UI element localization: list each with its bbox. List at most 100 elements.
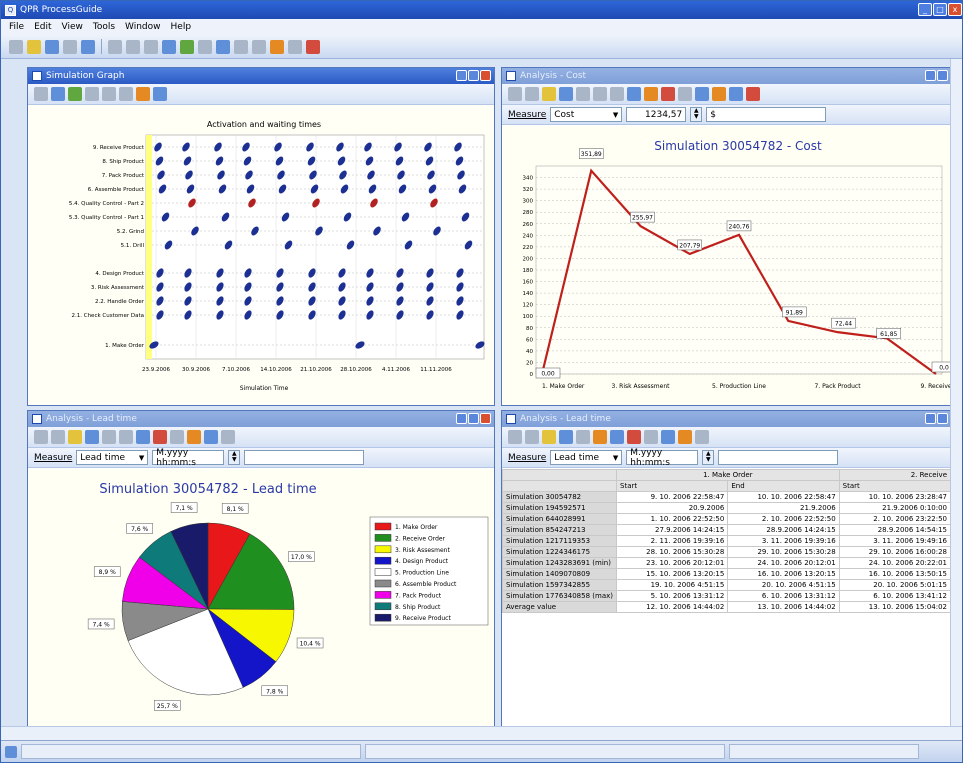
line-chart-icon[interactable] [644, 87, 658, 101]
area-chart-icon[interactable] [678, 87, 692, 101]
table-view-icon[interactable] [593, 430, 607, 444]
stacked-chart-icon[interactable] [695, 87, 709, 101]
back-arrow-icon[interactable] [508, 87, 522, 101]
pane-minimize-button[interactable] [456, 413, 467, 424]
table-row[interactable]: Simulation 1243283691 (min) 23. 10. 2006 … [502, 557, 951, 569]
table-row[interactable]: Simulation 1224346175 28. 10. 2006 15:30:… [502, 546, 951, 558]
stop-icon[interactable] [306, 39, 320, 54]
format-field[interactable]: M.yyyy hh:mm:s [152, 448, 225, 468]
stacked-chart-icon[interactable] [661, 430, 675, 444]
grid-icon[interactable] [576, 87, 590, 101]
table-row[interactable]: Simulation 194592571 20.9.2006 21.9.2006 21… [502, 502, 951, 514]
vertical-scrollbar[interactable] [950, 59, 962, 728]
settings-icon[interactable] [695, 430, 709, 444]
export-icon[interactable] [204, 430, 218, 444]
pane-minimize-button[interactable] [925, 413, 936, 424]
area-chart-icon[interactable] [170, 430, 184, 444]
open-icon[interactable] [27, 39, 41, 54]
back-arrow-icon[interactable] [508, 430, 522, 444]
combo-chart-icon[interactable] [712, 87, 726, 101]
forward-arrow-icon[interactable] [525, 430, 539, 444]
close-button[interactable]: x [948, 3, 962, 16]
settings-icon[interactable] [221, 430, 235, 444]
simulate-icon[interactable] [270, 39, 284, 54]
table-row[interactable]: Simulation 1597342855 19. 10. 2006 4:51:1… [502, 579, 951, 591]
value-spinner[interactable]: ▲ ▼ [702, 450, 715, 465]
column-chart-icon[interactable] [119, 430, 133, 444]
menu-tools[interactable]: Tools [93, 22, 115, 32]
pane-close-button[interactable] [480, 70, 491, 81]
unit-field[interactable]: $ [706, 107, 827, 122]
forward-arrow-icon[interactable] [51, 430, 65, 444]
export-icon[interactable] [729, 87, 743, 101]
measure-select[interactable]: Cost ▼ [550, 107, 623, 122]
copy-icon[interactable] [126, 39, 140, 54]
grid-icon[interactable] [576, 430, 590, 444]
value-spinner[interactable]: ▲ ▼ [690, 107, 703, 122]
filter-icon[interactable] [68, 87, 82, 101]
column-chart-icon[interactable] [610, 87, 624, 101]
measure-select[interactable]: Lead time ▼ [550, 450, 623, 465]
horizontal-scrollbar[interactable] [1, 726, 962, 740]
back-arrow-icon[interactable] [102, 87, 116, 101]
forward-arrow-icon[interactable] [119, 87, 133, 101]
format-field[interactable]: M.yyyy hh:mm:s [626, 448, 699, 468]
pie-chart-icon[interactable] [153, 430, 167, 444]
table-row[interactable]: Simulation 644028991 1. 10. 2006 22:52:50… [502, 513, 951, 525]
area-chart-icon[interactable] [644, 430, 658, 444]
save-icon[interactable] [559, 87, 573, 101]
measure-select[interactable]: Lead time ▼ [76, 450, 149, 465]
menu-help[interactable]: Help [171, 22, 192, 32]
report-icon[interactable] [288, 39, 302, 54]
open-icon[interactable] [542, 87, 556, 101]
table-row[interactable]: Simulation 1217119353 2. 11. 2006 19:39:1… [502, 535, 951, 547]
link-icon[interactable] [162, 39, 176, 54]
cut-icon[interactable] [108, 39, 122, 54]
target-icon[interactable] [51, 87, 65, 101]
properties-icon[interactable] [198, 39, 212, 54]
mail-icon[interactable] [85, 87, 99, 101]
combo-chart-icon[interactable] [678, 430, 692, 444]
bar-chart-icon[interactable] [610, 430, 624, 444]
open-icon[interactable] [68, 430, 82, 444]
extra-field[interactable] [718, 450, 839, 465]
open-icon[interactable] [542, 430, 556, 444]
cost-value-field[interactable]: 1234,57 [626, 107, 687, 122]
pane-restore-button[interactable] [468, 70, 479, 81]
status-menu-icon[interactable] [5, 745, 17, 758]
grid-icon[interactable] [593, 87, 607, 101]
menu-edit[interactable]: Edit [34, 22, 51, 32]
table-row[interactable]: Simulation 854247213 27.9.2006 14:24:15 28… [502, 524, 951, 536]
pane-restore-button[interactable] [937, 413, 948, 424]
menu-file[interactable]: File [9, 22, 24, 32]
combo-chart-icon[interactable] [187, 430, 201, 444]
save-icon[interactable] [559, 430, 573, 444]
print-icon[interactable] [63, 39, 77, 54]
bar-chart-icon[interactable] [136, 430, 150, 444]
pane-minimize-button[interactable] [456, 70, 467, 81]
value-spinner[interactable]: ▲ ▼ [228, 450, 241, 465]
tool-icon[interactable] [252, 39, 266, 54]
pane-minimize-button[interactable] [925, 70, 936, 81]
table-row[interactable]: Simulation 1776340858 (max) 5. 10. 2006 1… [502, 590, 951, 602]
paste-icon[interactable] [144, 39, 158, 54]
save-icon[interactable] [45, 39, 59, 54]
model-icon[interactable] [180, 39, 194, 54]
line-chart-icon[interactable] [153, 87, 167, 101]
menu-view[interactable]: View [62, 22, 83, 32]
minimize-button[interactable]: _ [918, 3, 932, 16]
table-row[interactable]: Simulation 30054782 9. 10. 2006 22:58:47 1… [502, 491, 951, 503]
pie-chart-icon[interactable] [627, 430, 641, 444]
bar-chart-icon[interactable] [136, 87, 150, 101]
extra-field[interactable] [244, 450, 365, 465]
pane-restore-button[interactable] [468, 413, 479, 424]
back-arrow-icon[interactable] [34, 430, 48, 444]
layout-icon[interactable] [234, 39, 248, 54]
pane-close-button[interactable] [480, 413, 491, 424]
forward-arrow-icon[interactable] [525, 87, 539, 101]
view-icon[interactable] [216, 39, 230, 54]
bar-chart-icon[interactable] [627, 87, 641, 101]
pane-restore-button[interactable] [937, 70, 948, 81]
pie-chart-icon[interactable] [661, 87, 675, 101]
new-icon[interactable] [9, 39, 23, 54]
